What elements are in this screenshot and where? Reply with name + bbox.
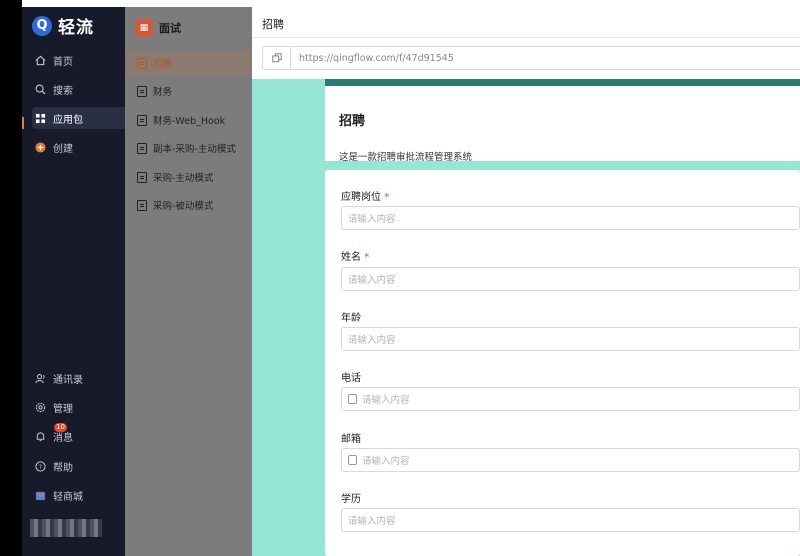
main-panel: 招聘 https://qingflow.com/f/47d91545 招聘 这是…: [252, 7, 800, 556]
field-label-email: 邮箱: [341, 434, 361, 445]
window-edge: [0, 0, 22, 556]
store-icon: [34, 489, 46, 501]
nav-item-label: 搜索: [53, 85, 73, 97]
share-url[interactable]: https://qingflow.com/f/47d91545: [291, 53, 454, 64]
gear-icon: [34, 401, 46, 413]
education-input[interactable]: 请输入内容: [341, 508, 800, 532]
nav-item-help[interactable]: ? 帮助: [32, 455, 128, 477]
form-description: 这是一款招聘审批流程管理系统: [339, 152, 473, 163]
top-strip: [22, 0, 125, 7]
search-icon: [34, 83, 46, 95]
field-label-age: 年龄: [341, 313, 361, 324]
form-icon: [137, 85, 147, 97]
app-item-recruit[interactable]: 招聘: [125, 51, 252, 75]
main-topbar: 招聘: [252, 7, 800, 38]
input-placeholder: 请输入内容: [362, 456, 410, 467]
app-sidebar: ▦ 面试 招聘 财务 财务-Web_Hook 副本-采购-主动模式 采购-主动模…: [125, 7, 252, 556]
nav-item-create[interactable]: 创建: [32, 136, 128, 158]
form-icon: [137, 142, 147, 154]
active-marker: [22, 117, 24, 129]
form-title: 招聘: [339, 114, 366, 129]
main-nav: Q 轻流 首页 搜索 应用包 创建 通讯录 管理 10 消息 ? 帮助 轻商城: [22, 7, 128, 556]
age-input[interactable]: 请输入内容: [341, 327, 800, 351]
name-input[interactable]: 请输入内容: [341, 267, 800, 291]
nav-item-label: 创建: [53, 143, 73, 155]
app-item-label: 副本-采购-主动模式: [153, 144, 236, 155]
avatar[interactable]: [30, 519, 102, 537]
plus-circle-icon: [34, 141, 46, 153]
home-icon: [34, 54, 46, 66]
app-item-purchase-copy[interactable]: 副本-采购-主动模式: [125, 136, 252, 160]
input-placeholder: 请输入内容: [348, 516, 396, 527]
app-item-label: 财务: [153, 87, 173, 98]
brand-logo-icon: Q: [32, 15, 52, 36]
nav-item-manage[interactable]: 管理: [32, 396, 128, 418]
form-icon: [137, 57, 147, 69]
app-item-label: 采购-被动模式: [153, 201, 214, 212]
nav-item-label: 通讯录: [53, 374, 83, 386]
app-item-label: 采购-主动模式: [153, 173, 214, 184]
brand-name: 轻流: [58, 18, 94, 38]
nav-item-contacts[interactable]: 通讯录: [32, 367, 128, 389]
nav-item-label: 应用包: [53, 114, 83, 126]
grid-icon: [34, 112, 46, 124]
field-label-name: 姓名 *: [341, 252, 370, 263]
message-count-badge: 10: [54, 423, 67, 432]
email-input[interactable]: 请输入内容: [341, 448, 800, 472]
app-package-title: 面试: [159, 22, 181, 35]
nav-item-label: 轻商城: [53, 491, 83, 503]
nav-item-label: 管理: [53, 403, 73, 415]
app-package-header: ▦ 面试: [135, 19, 181, 37]
app-item-label: 财务-Web_Hook: [153, 116, 226, 127]
page-title: 招聘: [262, 18, 284, 31]
app-item-purchase-passive[interactable]: 采购-被动模式: [125, 193, 252, 217]
field-label-education: 学历: [341, 494, 361, 505]
form-icon: [137, 114, 147, 126]
share-url-bar[interactable]: https://qingflow.com/f/47d91545: [262, 46, 800, 70]
form-fields-card: 应聘岗位 * 请输入内容 姓名 * 请输入内容 年龄 请输入内容 电话 请输入内…: [325, 170, 800, 556]
required-mark: *: [364, 252, 370, 263]
nav-item-store[interactable]: 轻商城: [32, 484, 128, 506]
input-placeholder: 请输入内容: [348, 214, 396, 225]
copy-icon[interactable]: [263, 47, 291, 69]
form-icon: [137, 171, 147, 183]
input-placeholder: 请输入内容: [348, 335, 396, 346]
nav-item-label: 首页: [53, 56, 73, 68]
nav-item-label: 帮助: [53, 462, 73, 474]
brand[interactable]: Q 轻流: [32, 13, 94, 38]
app-item-label: 招聘: [153, 59, 173, 70]
app-item-finance[interactable]: 财务: [125, 79, 252, 103]
input-placeholder: 请输入内容: [362, 395, 410, 406]
contacts-icon: [34, 372, 46, 384]
nav-item-messages[interactable]: 10 消息: [32, 423, 128, 447]
input-placeholder: 请输入内容: [348, 275, 396, 286]
app-item-finance-webhook[interactable]: 财务-Web_Hook: [125, 108, 252, 132]
app-package-icon: ▦: [135, 19, 153, 37]
form-preview: 招聘 这是一款招聘审批流程管理系统 应聘岗位 * 请输入内容 姓名 * 请输入内…: [252, 79, 800, 556]
nav-item-app-package[interactable]: 应用包: [32, 107, 128, 129]
nav-item-home[interactable]: 首页: [32, 49, 128, 71]
phone-icon: [348, 394, 357, 404]
svg-text:?: ?: [38, 462, 41, 470]
nav-item-search[interactable]: 搜索: [32, 78, 128, 100]
form-header-card: 招聘 这是一款招聘审批流程管理系统: [325, 79, 800, 163]
help-icon: ?: [34, 460, 46, 472]
field-label-position: 应聘岗位 *: [341, 192, 390, 203]
field-label-phone: 电话: [341, 373, 361, 384]
required-mark: *: [384, 192, 390, 203]
bell-icon: [34, 430, 46, 442]
app-item-purchase-active[interactable]: 采购-主动模式: [125, 165, 252, 189]
position-input[interactable]: 请输入内容: [341, 206, 800, 230]
phone-input[interactable]: 请输入内容: [341, 387, 800, 411]
mail-icon: [348, 455, 357, 465]
form-icon: [137, 199, 147, 211]
